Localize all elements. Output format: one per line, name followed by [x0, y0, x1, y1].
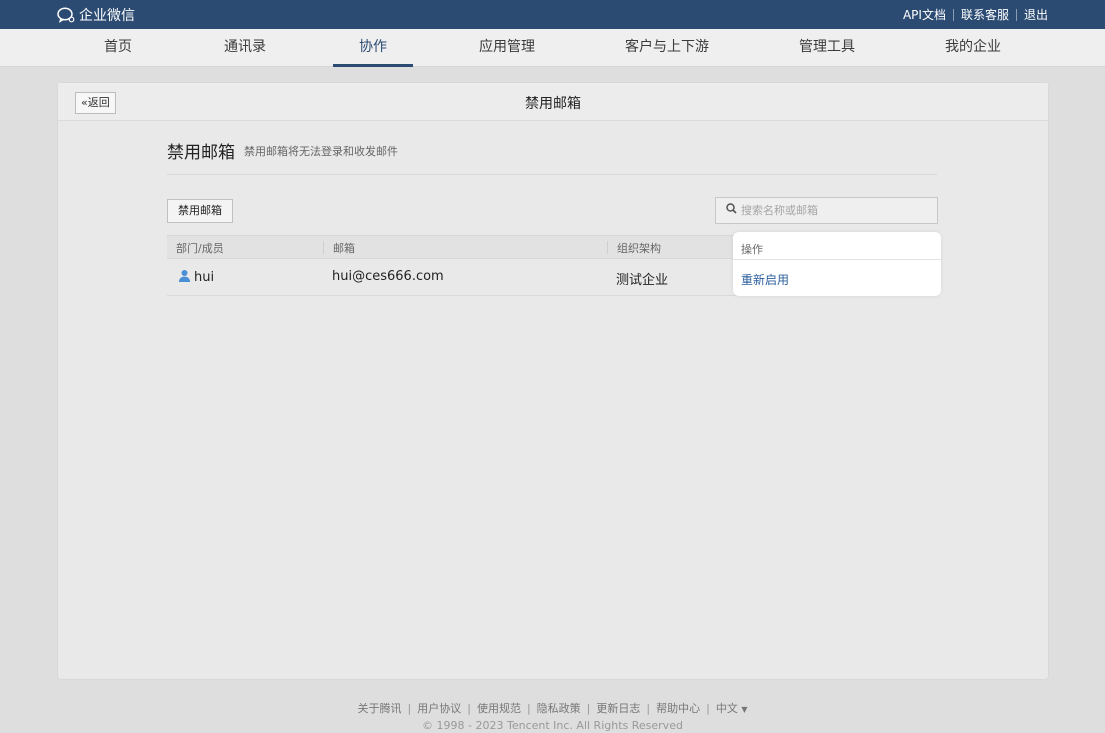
footer: 关于腾讯 | 用户协议 | 使用规范 | 隐私政策 | 更新日志 | 帮助中心 | 中文 ▼… [0, 700, 1105, 733]
divider [952, 8, 954, 21]
main-nav: 首页 通讯录 协作 应用管理 客户与上下游 管理工具 我的企业 [0, 29, 1105, 67]
disable-mailbox-button[interactable]: 禁用邮箱 [167, 199, 233, 223]
api-docs-link[interactable]: API文档 [903, 6, 946, 23]
divider: | [526, 701, 531, 715]
caret-down-icon: ▼ [741, 705, 748, 714]
operation-column: 操作 重新启用 [733, 232, 941, 296]
org-cell: 测试企业 [616, 273, 669, 288]
column-divider [323, 241, 324, 254]
top-links: API文档 联系客服 退出 [903, 6, 1048, 23]
panel-header: «返回 禁用邮箱 [58, 83, 1048, 121]
column-header-email: 邮箱 [333, 242, 355, 255]
footer-link-help[interactable]: 帮助中心 [656, 700, 700, 716]
column-header-member: 部门/成员 [176, 242, 224, 255]
divider: | [706, 701, 710, 715]
column-header-action: 操作 [741, 243, 763, 256]
logout-link[interactable]: 退出 [1024, 6, 1048, 23]
divider: | [467, 701, 471, 715]
section-title: 禁用邮箱 [167, 143, 235, 163]
user-icon [178, 269, 191, 286]
search-icon [726, 203, 737, 218]
contact-support-link[interactable]: 联系客服 [961, 6, 1009, 23]
wework-logo-icon [57, 7, 75, 23]
column-divider [733, 259, 941, 260]
column-header-org: 组织架构 [617, 242, 661, 255]
column-divider [607, 241, 608, 254]
footer-link-privacy[interactable]: 隐私政策 [537, 700, 581, 716]
nav-item-my-enterprise[interactable]: 我的企业 [933, 29, 1013, 67]
section-divider [167, 174, 937, 175]
nav-item-contacts[interactable]: 通讯录 [205, 29, 285, 67]
footer-link-about[interactable]: 关于腾讯 [358, 700, 402, 716]
language-label: 中文 [715, 702, 738, 715]
section-description: 禁用邮箱将无法登录和收发邮件 [244, 145, 398, 158]
search-box[interactable] [715, 197, 938, 224]
divider: | [646, 701, 651, 715]
footer-links: 关于腾讯 | 用户协议 | 使用规范 | 隐私政策 | 更新日志 | 帮助中心 | 中文 ▼ [0, 700, 1105, 716]
nav-item-app-management[interactable]: 应用管理 [467, 29, 547, 67]
language-selector[interactable]: 中文 ▼ [716, 700, 748, 716]
page-title: 禁用邮箱 [525, 96, 581, 112]
footer-link-usage[interactable]: 使用规范 [477, 700, 521, 716]
nav-item-collaboration[interactable]: 协作 [333, 29, 413, 67]
divider: | [407, 701, 412, 715]
nav-item-customers[interactable]: 客户与上下游 [612, 29, 722, 67]
footer-link-changelog[interactable]: 更新日志 [596, 700, 640, 716]
divider [1015, 8, 1017, 21]
member-cell: hui [178, 269, 214, 286]
logo-text: 企业微信 [79, 8, 135, 24]
nav-item-management-tools[interactable]: 管理工具 [787, 29, 867, 67]
search-input[interactable] [741, 204, 931, 217]
footer-link-terms[interactable]: 用户协议 [417, 700, 461, 716]
content-panel: «返回 禁用邮箱 禁用邮箱 禁用邮箱将无法登录和收发邮件 禁用邮箱 部门/成员 … [58, 83, 1048, 679]
re-enable-link[interactable]: 重新启用 [741, 271, 789, 288]
nav-item-home[interactable]: 首页 [78, 29, 158, 67]
top-bar: 企业微信 API文档 联系客服 退出 [0, 0, 1105, 29]
copyright: © 1998 - 2023 Tencent Inc. All Rights Re… [422, 719, 683, 732]
email-cell: hui@ces666.com [332, 269, 444, 284]
member-name: hui [194, 270, 215, 285]
logo[interactable]: 企业微信 [57, 5, 135, 25]
divider: | [586, 701, 591, 715]
